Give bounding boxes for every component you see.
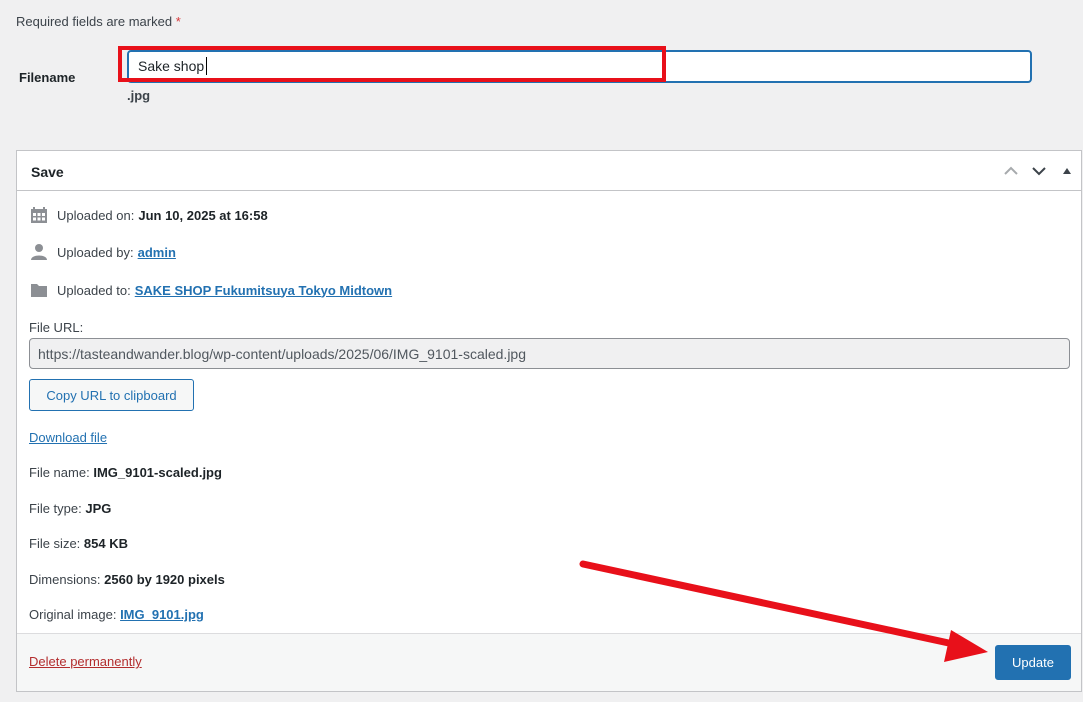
uploaded-by-label: Uploaded by: <box>57 244 134 260</box>
panel-title: Save <box>31 164 64 180</box>
chevron-down-icon[interactable] <box>1029 161 1049 181</box>
uploaded-on-value: Jun 10, 2025 at 16:58 <box>138 207 268 223</box>
file-url-field[interactable] <box>29 338 1070 369</box>
user-icon <box>29 242 49 262</box>
file-name-value: IMG_9101-scaled.jpg <box>93 465 222 480</box>
file-url-label: File URL: <box>29 320 84 335</box>
required-star: * <box>175 14 181 29</box>
file-size-label: File size: <box>29 536 81 551</box>
file-type-value: JPG <box>85 501 112 516</box>
chevron-up-icon[interactable] <box>1001 161 1021 181</box>
save-panel: Save Uploaded on: Jun 10, 2025 at 16:58 … <box>16 150 1082 692</box>
filename-label: Filename <box>19 70 76 85</box>
triangle-up-icon[interactable] <box>1057 161 1077 181</box>
dimensions-row: Dimensions: 2560 by 1920 pixels <box>29 572 225 587</box>
panel-header: Save <box>17 151 1081 191</box>
calendar-icon <box>29 205 49 225</box>
copy-url-button[interactable]: Copy URL to clipboard <box>29 379 194 411</box>
file-type-row: File type: JPG <box>29 501 111 516</box>
filename-input[interactable] <box>127 50 1032 83</box>
folder-icon <box>29 280 49 300</box>
uploaded-to-label: Uploaded to: <box>57 282 131 298</box>
required-note-text: Required fields are marked <box>16 14 173 29</box>
uploaded-by-link[interactable]: admin <box>138 245 176 260</box>
file-size-row: File size: 854 KB <box>29 536 128 551</box>
file-extension: .jpg <box>127 88 151 103</box>
original-image-row: Original image: IMG_9101.jpg <box>29 607 204 622</box>
file-name-label: File name: <box>29 465 90 480</box>
uploaded-on-label: Uploaded on: <box>57 207 135 223</box>
dimensions-value: 2560 by 1920 pixels <box>104 572 225 587</box>
delete-permanently-link[interactable]: Delete permanently <box>29 654 142 669</box>
uploaded-by-row: Uploaded by: admin <box>29 242 176 262</box>
original-image-link[interactable]: IMG_9101.jpg <box>120 607 204 622</box>
download-file-link[interactable]: Download file <box>29 430 107 445</box>
required-fields-note: Required fields are marked * <box>16 14 181 29</box>
file-name-row: File name: IMG_9101-scaled.jpg <box>29 465 222 480</box>
panel-footer: Delete permanently Update <box>17 633 1081 691</box>
original-image-label: Original image: <box>29 607 117 622</box>
uploaded-on-row: Uploaded on: Jun 10, 2025 at 16:58 <box>29 205 268 225</box>
uploaded-to-link[interactable]: SAKE SHOP Fukumitsuya Tokyo Midtown <box>135 283 392 298</box>
file-size-value: 854 KB <box>83 536 128 551</box>
update-button[interactable]: Update <box>995 645 1071 680</box>
text-caret <box>206 57 207 75</box>
file-type-label: File type: <box>29 501 82 516</box>
uploaded-to-row: Uploaded to: SAKE SHOP Fukumitsuya Tokyo… <box>29 280 392 300</box>
dimensions-label: Dimensions: <box>29 572 101 587</box>
